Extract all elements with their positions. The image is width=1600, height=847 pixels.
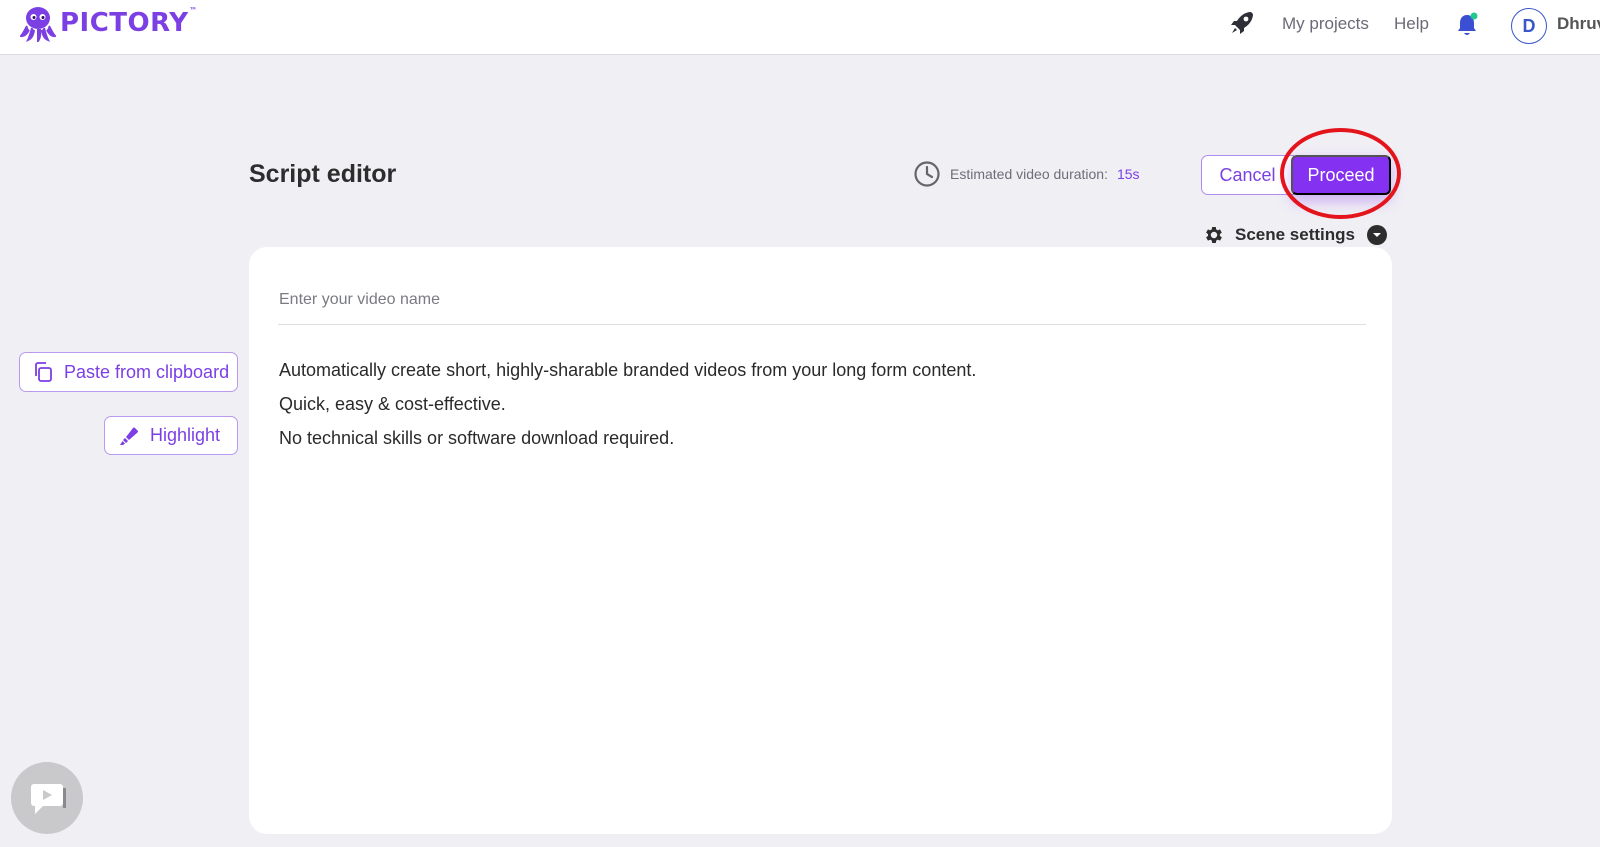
highlight-label: Highlight (150, 425, 221, 445)
user-name[interactable]: Dhruv (1557, 14, 1600, 34)
nav-my-projects[interactable]: My projects (1282, 14, 1369, 34)
page-title: Script editor (249, 160, 397, 188)
pictory-logo[interactable]: PICTORY ™ (20, 4, 198, 42)
proceed-button[interactable]: Proceed (1291, 155, 1391, 195)
highlighter-icon (120, 427, 138, 445)
script-editor-card: Automatically create short, highly-shara… (249, 247, 1392, 834)
copy-icon (35, 362, 52, 382)
clock-icon (914, 161, 940, 187)
paste-label: Paste from clipboard (64, 361, 230, 382)
avatar[interactable]: D (1511, 8, 1547, 44)
gear-icon (1206, 227, 1222, 243)
paste-from-clipboard-button[interactable]: Paste from clipboard (19, 352, 238, 392)
duration-value: 15s (1116, 166, 1140, 182)
chat-widget-button[interactable] (11, 762, 83, 834)
chevron-down-icon (1373, 233, 1381, 237)
script-line[interactable]: Automatically create short, highly-shara… (279, 353, 976, 387)
script-line[interactable]: Quick, easy & cost-effective. (279, 387, 976, 421)
chat-icon (31, 784, 66, 814)
scene-settings-dropdown[interactable] (1367, 225, 1387, 245)
scene-settings-label: Scene settings (1235, 225, 1355, 244)
script-line[interactable]: No technical skills or software download… (279, 421, 976, 455)
logo-trademark: ™ (189, 6, 198, 15)
estimated-duration: Estimated video duration: 15s (913, 160, 1140, 188)
scene-settings-toggle[interactable]: Scene settings (1203, 224, 1387, 246)
script-text-area[interactable]: Automatically create short, highly-shara… (279, 353, 976, 455)
nav-help[interactable]: Help (1394, 14, 1429, 34)
duration-label: Estimated video duration: (950, 166, 1108, 182)
highlight-button[interactable]: Highlight (104, 416, 238, 455)
octopus-logo-icon (20, 7, 56, 42)
logo-wordmark: PICTORY ™ (60, 6, 198, 38)
video-name-input[interactable] (278, 275, 1366, 325)
top-bar: PICTORY™ My projects Help D Dhruv (0, 0, 1600, 55)
rocket-icon[interactable] (1229, 10, 1255, 36)
bell-icon[interactable] (1455, 12, 1479, 38)
cancel-button[interactable]: Cancel (1201, 155, 1294, 195)
